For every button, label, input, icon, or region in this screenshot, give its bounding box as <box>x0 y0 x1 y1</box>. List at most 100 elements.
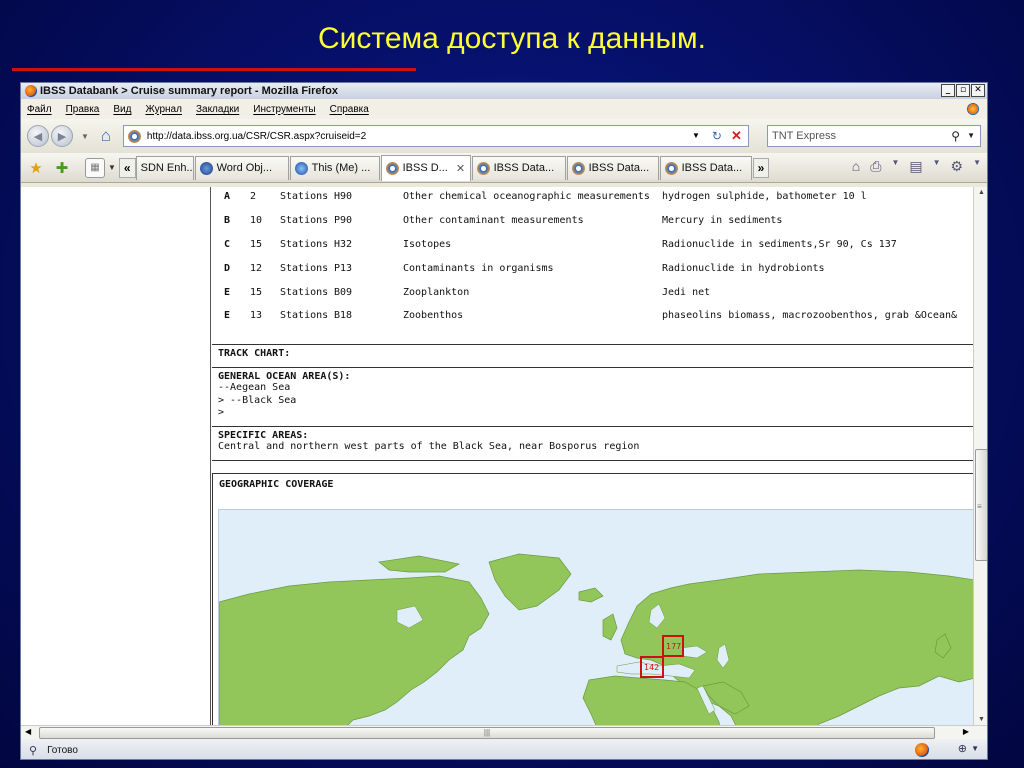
ie-page-icon <box>476 161 490 175</box>
menu-help[interactable]: Справка <box>330 104 369 115</box>
site-favicon-icon <box>127 129 141 143</box>
close-tab-icon[interactable]: ✕ <box>456 162 465 175</box>
tab-label: IBSS D... <box>402 162 448 174</box>
land-north-america <box>219 575 490 725</box>
add-bookmark-icon[interactable]: ✚ <box>51 157 73 179</box>
tab-label: SDN Enh... <box>140 162 194 174</box>
page-icon[interactable]: ▤ <box>909 158 922 175</box>
forward-arrow-icon: ▶ <box>57 130 67 143</box>
report-column: A 2 Stations H90 Other chemical oceanogr… <box>212 187 974 725</box>
ocean-area-line: --Aegean Sea <box>218 382 291 393</box>
table-row: D 12 Stations P13 Contaminants in organi… <box>224 263 825 274</box>
land-greenland <box>488 553 572 611</box>
home-small-icon[interactable]: ⌂ <box>852 158 860 175</box>
world-map-svg: 177 142 <box>219 553 973 725</box>
tab-ibss-data-3[interactable]: IBSS Data... <box>659 155 752 180</box>
search-icon[interactable]: ⚲ <box>951 126 960 146</box>
tab-sdn[interactable]: SDN Enh... <box>135 155 194 180</box>
tab-word-obj[interactable]: Word Obj... <box>194 155 289 180</box>
search-input[interactable]: TNT Express ⚲ ▼ <box>767 125 981 147</box>
page-dropdown-icon[interactable]: ▼ <box>933 158 941 175</box>
word-icon <box>199 161 213 175</box>
tab-label: This (Me) ... <box>311 162 371 174</box>
history-dropdown-icon[interactable]: ▼ <box>81 132 89 141</box>
reload-icon[interactable]: ↻ <box>712 129 722 143</box>
table-row: E 13 Stations B18 Zoobenthos phaseolins … <box>224 310 958 321</box>
zoom-icon[interactable]: ⊕ <box>958 742 967 755</box>
tab-list-dropdown-icon[interactable]: ▼ <box>108 163 116 172</box>
vertical-scrollbar[interactable]: ▲ ≡ ▼ <box>973 187 987 725</box>
horizontal-scroll-thumb[interactable]: ||| <box>39 727 935 739</box>
horizontal-scrollbar[interactable]: ◀ ||| ▶ <box>21 725 987 739</box>
menu-bookmarks[interactable]: Закладки <box>196 104 239 115</box>
url-dropdown-icon[interactable]: ▼ <box>692 131 700 140</box>
table-row: C 15 Stations H32 Isotopes Radionuclide … <box>224 239 897 250</box>
throbber-icon <box>967 103 979 115</box>
restore-button[interactable]: ▫ <box>956 84 970 97</box>
print-dropdown-icon[interactable]: ▼ <box>891 158 899 175</box>
stop-icon[interactable]: ✕ <box>731 128 742 144</box>
table-row: A 2 Stations H90 Other chemical oceanogr… <box>224 191 867 202</box>
specific-areas-heading: SPECIFIC AREAS: <box>218 430 309 441</box>
menu-tools[interactable]: Инструменты <box>253 104 315 115</box>
tab-scroll-left-button[interactable]: « <box>118 157 136 178</box>
address-bar[interactable]: http://data.ibss.org.ua/CSR/CSR.aspx?cru… <box>122 125 749 147</box>
menu-file[interactable]: Файл <box>27 104 52 115</box>
forward-button[interactable]: ▶ <box>51 125 73 147</box>
tools-dropdown-icon[interactable]: ▼ <box>973 158 981 175</box>
track-chart-heading: TRACK CHART: <box>218 348 291 359</box>
title-underline <box>12 68 416 71</box>
window-titlebar[interactable]: IBSS Databank > Cruise summary report - … <box>21 83 987 99</box>
gear-icon[interactable]: ⚙ <box>951 158 964 175</box>
url-text[interactable]: http://data.ibss.org.ua/CSR/CSR.aspx?cru… <box>147 131 366 142</box>
menu-view[interactable]: Вид <box>113 104 131 115</box>
status-bar: ⚲ Готово ⊕ ▼ <box>21 739 987 759</box>
search-value[interactable]: TNT Express <box>772 130 836 142</box>
back-button[interactable]: ◀ <box>27 125 49 147</box>
menu-history[interactable]: Журнал <box>145 104 182 115</box>
status-text: Готово <box>47 744 78 756</box>
tab-grid-icon[interactable]: ▦ <box>85 157 105 178</box>
coverage-map[interactable]: 177 142 <box>218 509 974 725</box>
tab-label: IBSS Data... <box>588 162 650 174</box>
browser-window: IBSS Databank > Cruise summary report - … <box>20 82 988 760</box>
ie-page-icon <box>385 161 399 175</box>
specific-areas-text: Central and northern west parts of the B… <box>218 441 640 452</box>
firefox-status-icon[interactable] <box>915 743 929 757</box>
specific-areas-section: SPECIFIC AREAS: Central and northern wes… <box>212 426 974 461</box>
tab-ibss-active[interactable]: IBSS D... ✕ <box>380 154 471 181</box>
powerpoint-icon <box>294 161 308 175</box>
search-engine-dropdown-icon[interactable]: ▼ <box>967 126 975 146</box>
close-button[interactable]: ✕ <box>971 84 985 97</box>
firefox-icon <box>25 85 37 97</box>
tab-label: IBSS Data... <box>681 162 743 174</box>
tab-ibss-data-1[interactable]: IBSS Data... <box>471 155 566 180</box>
ie-page-icon <box>664 161 678 175</box>
scroll-grip-icon: ≡ <box>977 502 982 511</box>
tab-overflow-button[interactable]: » <box>752 157 770 178</box>
tab-label: IBSS Data... <box>493 162 555 174</box>
scroll-down-arrow-icon[interactable]: ▼ <box>978 716 985 723</box>
scroll-up-arrow-icon[interactable]: ▲ <box>978 189 985 196</box>
toolbar-right-icons: ⌂ ⎙ ▼ ▤ ▼ ⚙ ▼ <box>852 158 981 175</box>
tab-label: Word Obj... <box>216 162 273 174</box>
scroll-right-arrow-icon[interactable]: ▶ <box>963 727 969 736</box>
land-iceland <box>578 587 604 603</box>
tab-ibss-data-2[interactable]: IBSS Data... <box>566 155 659 180</box>
menu-bar: Файл Правка Вид Журнал Закладки Инструме… <box>21 99 987 119</box>
table-row: B 10 Stations P90 Other contaminant meas… <box>224 215 783 226</box>
scroll-left-arrow-icon[interactable]: ◀ <box>25 727 31 736</box>
bookmark-star-icon[interactable]: ★ <box>25 157 47 179</box>
ocean-area-line: > <box>218 407 225 418</box>
minimize-button[interactable]: _ <box>941 84 955 97</box>
home-button[interactable]: ⌂ <box>95 125 117 147</box>
status-search-icon[interactable]: ⚲ <box>29 744 37 757</box>
ocean-area-section: GENERAL OCEAN AREA(S): --Aegean Sea > --… <box>212 367 974 426</box>
tab-this-me[interactable]: This (Me) ... <box>289 155 380 180</box>
left-column <box>21 187 211 725</box>
zoom-dropdown-icon[interactable]: ▼ <box>971 744 979 753</box>
marker-label-177: 177 <box>666 642 681 651</box>
page-content: A 2 Stations H90 Other chemical oceanogr… <box>21 187 987 725</box>
menu-edit[interactable]: Правка <box>66 104 100 115</box>
print-icon[interactable]: ⎙ <box>870 158 881 175</box>
